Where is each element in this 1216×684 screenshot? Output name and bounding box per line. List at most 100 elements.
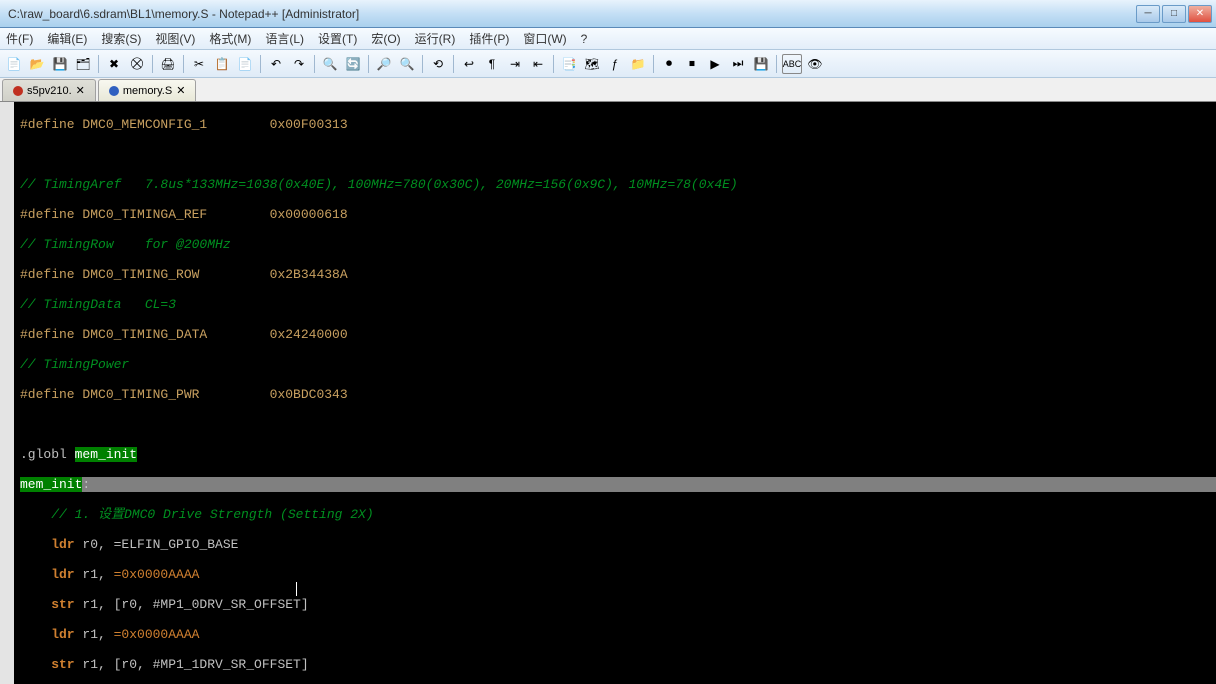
code-text: =ELFIN_GPIO_BASE — [114, 537, 239, 552]
window-controls: ─ □ ✕ — [1136, 5, 1212, 23]
tab-memory-s[interactable]: memory.S ✕ — [98, 79, 197, 101]
code-text: r1, [r0, #MP1_1DRV_SR_OFFSET] — [75, 657, 309, 672]
tab-s5pv210[interactable]: s5pv210. ✕ — [2, 79, 96, 101]
wordwrap-icon[interactable]: ↩ — [459, 54, 479, 74]
record-icon[interactable]: ⏺ — [659, 54, 679, 74]
menu-file[interactable]: 件(F) — [4, 28, 35, 49]
zoom-in-icon[interactable]: 🔎 — [374, 54, 394, 74]
code-text: // TimingRow for @200MHz — [20, 237, 231, 252]
save-icon[interactable]: 💾 — [50, 54, 70, 74]
print-icon[interactable]: 🖨 — [158, 54, 178, 74]
code-text: #define DMC0_MEMCONFIG_1 0x00F00313 — [20, 117, 348, 132]
code-text: mem_init — [75, 447, 137, 462]
monitor-icon[interactable]: 👁 — [805, 54, 825, 74]
code-text: #define DMC0_TIMING_DATA 0x24240000 — [20, 327, 348, 342]
code-text: // TimingAref 7.8us*133MHz=1038(0x40E), … — [20, 177, 738, 192]
save-all-icon[interactable]: 🗂 — [73, 54, 93, 74]
code-text: ldr — [20, 567, 75, 582]
code-text: r0, — [75, 537, 114, 552]
code-content[interactable]: #define DMC0_MEMCONFIG_1 0x00F00313 // T… — [14, 102, 1216, 684]
text-cursor — [296, 582, 297, 596]
line-number-gutter — [0, 102, 14, 684]
menu-edit[interactable]: 编辑(E) — [45, 28, 89, 49]
code-text: mem_init — [20, 477, 82, 492]
find-icon[interactable]: 🔍 — [320, 54, 340, 74]
menu-language[interactable]: 语言(L) — [263, 28, 306, 49]
cut-icon[interactable]: ✂ — [189, 54, 209, 74]
spellcheck-icon[interactable]: ABC — [782, 54, 802, 74]
close-all-icon[interactable]: ⛒ — [127, 54, 147, 74]
code-text: // TimingPower — [20, 357, 129, 372]
tab-label: memory.S — [123, 85, 172, 97]
code-text — [20, 147, 1216, 162]
code-text: =0x0000AAAA — [114, 567, 200, 582]
new-file-icon[interactable]: 📄 — [4, 54, 24, 74]
menu-macro[interactable]: 宏(O) — [369, 28, 402, 49]
menu-run[interactable]: 运行(R) — [413, 28, 458, 49]
code-text: .globl — [20, 447, 75, 462]
redo-icon[interactable]: ↷ — [289, 54, 309, 74]
docmap-icon[interactable]: 🗺 — [582, 54, 602, 74]
menu-plugin[interactable]: 插件(P) — [467, 28, 511, 49]
code-text: // 1. 设置DMC0 Drive Strength (Setting 2X) — [20, 507, 374, 522]
code-text: : — [82, 477, 90, 492]
toolbar-separator — [260, 55, 261, 73]
toolbar-separator — [368, 55, 369, 73]
zoom-out-icon[interactable]: 🔍 — [397, 54, 417, 74]
code-text: #define DMC0_TIMINGA_REF 0x00000618 — [20, 207, 348, 222]
toolbar-separator — [553, 55, 554, 73]
code-text: =0x0000AAAA — [114, 627, 200, 642]
code-text: // TimingData CL=3 — [20, 297, 176, 312]
indent-icon[interactable]: ⇥ — [505, 54, 525, 74]
toolbar-separator — [152, 55, 153, 73]
tab-bar: s5pv210. ✕ memory.S ✕ — [0, 78, 1216, 102]
code-text: ldr — [20, 537, 75, 552]
savemacro-icon[interactable]: 💾 — [751, 54, 771, 74]
folder-icon[interactable]: 📁 — [628, 54, 648, 74]
close-file-icon[interactable]: ✖ — [104, 54, 124, 74]
undo-icon[interactable]: ↶ — [266, 54, 286, 74]
tab-label: s5pv210. — [27, 85, 72, 97]
menu-search[interactable]: 搜索(S) — [99, 28, 143, 49]
open-file-icon[interactable]: 📂 — [27, 54, 47, 74]
menu-view[interactable]: 视图(V) — [153, 28, 197, 49]
close-button[interactable]: ✕ — [1188, 5, 1212, 23]
menu-bar: 件(F) 编辑(E) 搜索(S) 视图(V) 格式(M) 语言(L) 设置(T)… — [0, 28, 1216, 50]
code-text: r1, — [75, 627, 114, 642]
replace-icon[interactable]: 🔄 — [343, 54, 363, 74]
outdent-icon[interactable]: ⇤ — [528, 54, 548, 74]
funclist-icon[interactable]: ƒ — [605, 54, 625, 74]
toolbar-separator — [422, 55, 423, 73]
copy-icon[interactable]: 📋 — [212, 54, 232, 74]
title-bar: C:\raw_board\6.sdram\BL1\memory.S - Note… — [0, 0, 1216, 28]
code-text: str — [20, 657, 75, 672]
menu-window[interactable]: 窗口(W) — [521, 28, 568, 49]
tab-close-icon[interactable]: ✕ — [76, 84, 85, 97]
toolbar-separator — [453, 55, 454, 73]
maximize-button[interactable]: □ — [1162, 5, 1186, 23]
toolbar-separator — [183, 55, 184, 73]
showchar-icon[interactable]: ¶ — [482, 54, 502, 74]
code-text: str — [20, 597, 75, 612]
tab-close-icon[interactable]: ✕ — [176, 84, 185, 97]
code-text — [20, 417, 1216, 432]
code-text: ldr — [20, 627, 75, 642]
toolbar-separator — [776, 55, 777, 73]
toolbar: 📄 📂 💾 🗂 ✖ ⛒ 🖨 ✂ 📋 📄 ↶ ↷ 🔍 🔄 🔎 🔍 ⟲ ↩ ¶ ⇥ … — [0, 50, 1216, 78]
minimize-button[interactable]: ─ — [1136, 5, 1160, 23]
toolbar-separator — [98, 55, 99, 73]
doclist-icon[interactable]: 📑 — [559, 54, 579, 74]
menu-settings[interactable]: 设置(T) — [316, 28, 359, 49]
play-icon[interactable]: ▶ — [705, 54, 725, 74]
window-title: C:\raw_board\6.sdram\BL1\memory.S - Note… — [4, 7, 1136, 21]
menu-help[interactable]: ? — [579, 30, 590, 48]
paste-icon[interactable]: 📄 — [235, 54, 255, 74]
stop-icon[interactable]: ⏹ — [682, 54, 702, 74]
code-text: #define DMC0_TIMING_ROW 0x2B34438A — [20, 267, 348, 282]
doc-saved-icon — [109, 86, 119, 96]
sync-icon[interactable]: ⟲ — [428, 54, 448, 74]
code-text: #define DMC0_TIMING_PWR 0x0BDC0343 — [20, 387, 348, 402]
playmulti-icon[interactable]: ⏭ — [728, 54, 748, 74]
menu-format[interactable]: 格式(M) — [207, 28, 253, 49]
code-editor[interactable]: #define DMC0_MEMCONFIG_1 0x00F00313 // T… — [0, 102, 1216, 684]
